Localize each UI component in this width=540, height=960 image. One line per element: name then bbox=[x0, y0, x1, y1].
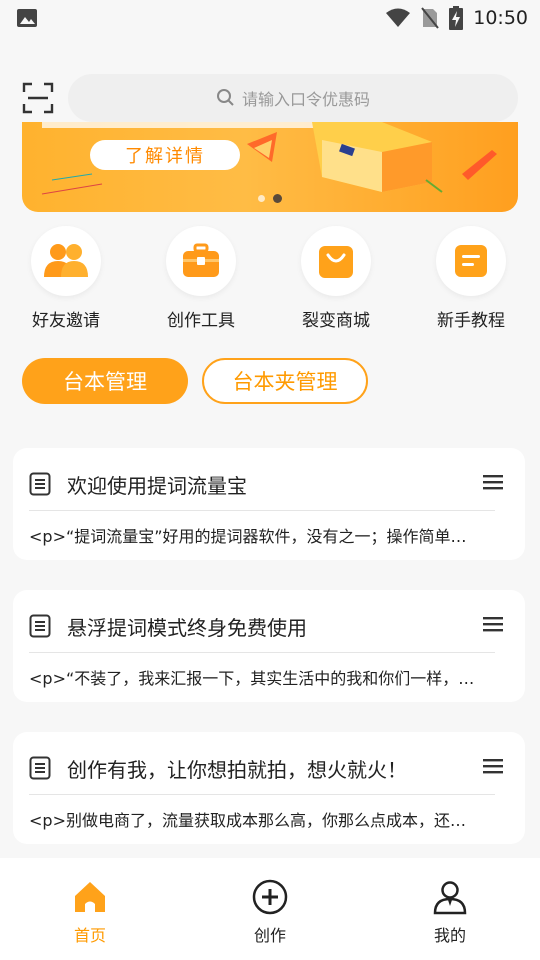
add-circle-icon bbox=[252, 879, 288, 915]
top-bar: 请输入口令优惠码 bbox=[0, 70, 540, 126]
quick-item-tools[interactable]: 创作工具 bbox=[141, 226, 261, 331]
shopping-bag-icon bbox=[319, 246, 353, 278]
script-card[interactable]: 欢迎使用提词流量宝 <p>“提词流量宝”好用的提词器软件，没有之一；操作简单… bbox=[13, 448, 525, 560]
no-sim-icon bbox=[421, 7, 440, 29]
quick-item-label: 新手教程 bbox=[437, 311, 505, 331]
card-title: 悬浮提词模式终身免费使用 bbox=[67, 616, 307, 640]
tab-folder-management[interactable]: 台本夹管理 bbox=[202, 358, 368, 404]
script-card[interactable]: 悬浮提词模式终身免费使用 <p>“不装了，我来汇报一下，其实生活中的我和你们一样… bbox=[13, 590, 525, 702]
script-card[interactable]: 创作有我，让你想拍就拍，想火就火！ <p>别做电商了，流量获取成本那么高，你那么… bbox=[13, 732, 525, 844]
search-icon bbox=[216, 89, 234, 106]
divider bbox=[29, 510, 495, 511]
document-icon bbox=[29, 472, 51, 496]
nav-create[interactable]: 创作 bbox=[210, 878, 330, 946]
divider bbox=[29, 794, 495, 795]
quick-item-invite[interactable]: 好友邀请 bbox=[6, 226, 126, 331]
document-icon bbox=[29, 614, 51, 638]
battery-charging-icon bbox=[449, 6, 464, 30]
tab-script-management[interactable]: 台本管理 bbox=[22, 358, 188, 404]
card-title: 欢迎使用提词流量宝 bbox=[67, 474, 247, 498]
note-icon bbox=[455, 245, 487, 277]
user-icon bbox=[433, 881, 467, 915]
menu-icon[interactable] bbox=[483, 616, 503, 632]
card-snippet: <p>别做电商了，流量获取成本那么高，你那么点成本，还… bbox=[29, 811, 466, 830]
banner-cta-button[interactable]: 了解详情 bbox=[90, 140, 240, 170]
quick-actions: 好友邀请 创作工具 裂变商城 新手教程 bbox=[0, 226, 540, 336]
card-snippet: <p>“提词流量宝”好用的提词器软件，没有之一；操作简单… bbox=[29, 527, 467, 546]
home-icon bbox=[75, 882, 105, 912]
quick-item-label: 裂变商城 bbox=[302, 311, 370, 331]
carousel-dot bbox=[258, 195, 265, 202]
quick-item-label: 好友邀请 bbox=[32, 311, 100, 331]
carousel-dot-active bbox=[273, 194, 282, 203]
menu-icon[interactable] bbox=[483, 758, 503, 774]
nav-mine-label: 我的 bbox=[433, 926, 466, 945]
bottom-nav: 首页 创作 我的 bbox=[0, 858, 540, 960]
briefcase-icon bbox=[183, 243, 219, 277]
nav-create-label: 创作 bbox=[253, 926, 286, 945]
card-title: 创作有我，让你想拍就拍，想火就火！ bbox=[67, 758, 407, 782]
card-snippet: <p>“不装了，我来汇报一下，其实生活中的我和你们一样，… bbox=[29, 669, 475, 688]
carousel-indicator bbox=[258, 194, 282, 203]
quick-item-label: 创作工具 bbox=[167, 311, 235, 331]
wifi-icon bbox=[386, 8, 411, 27]
nav-home-label: 首页 bbox=[73, 926, 106, 945]
quick-item-mall[interactable]: 裂变商城 bbox=[276, 226, 396, 331]
document-icon bbox=[29, 756, 51, 780]
menu-icon[interactable] bbox=[483, 474, 503, 490]
status-bar: 10:50 bbox=[0, 0, 540, 36]
search-placeholder: 请输入口令优惠码 bbox=[241, 90, 370, 109]
search-input[interactable]: 请输入口令优惠码 bbox=[68, 74, 518, 122]
nav-mine[interactable]: 我的 bbox=[390, 878, 510, 946]
nav-home[interactable]: 首页 bbox=[30, 878, 150, 946]
divider bbox=[29, 652, 495, 653]
scan-icon[interactable] bbox=[22, 82, 54, 114]
gallery-icon bbox=[17, 9, 37, 27]
quick-item-tutorial[interactable]: 新手教程 bbox=[411, 226, 531, 331]
group-icon bbox=[44, 244, 88, 277]
promo-banner[interactable]: 了解详情 bbox=[22, 122, 518, 212]
clock: 10:50 bbox=[473, 7, 528, 29]
